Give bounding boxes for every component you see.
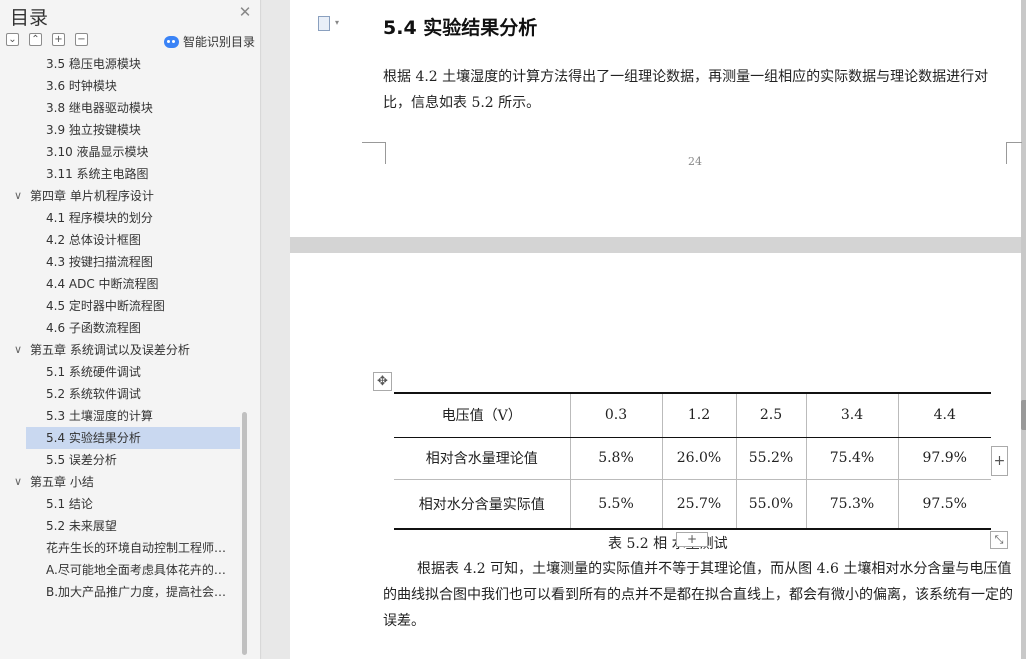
close-icon[interactable]: ✕ (238, 5, 252, 20)
table-row: 电压值（V） 0.3 1.2 2.5 3.4 4.4 (394, 392, 991, 438)
outline-item[interactable]: A.尽可能地全面考虑具体花卉的… (0, 559, 240, 581)
outline-item[interactable]: 5.3 土壤湿度的计算 (0, 405, 240, 427)
chevron-down-icon[interactable]: ∨ (14, 471, 22, 493)
outline-item[interactable]: 5.2 系统软件调试 (0, 383, 240, 405)
table-row: 相对含水量理论值 5.8% 26.0% 55.2% 75.4% 97.9% (394, 437, 991, 480)
outline-chapter-label: 第五章 系统调试以及误差分析 (30, 343, 190, 357)
smart-toc-label: 智能识别目录 (183, 35, 256, 49)
smart-toc-icon (164, 35, 179, 48)
outline-chapter[interactable]: ∨ 第四章 单片机程序设计 (0, 185, 240, 207)
outline-item[interactable]: 5.2 未来展望 (0, 515, 240, 537)
outline-panel: 目录 ✕ ⌄ ⌃ + − 智能识别目录 3.5 稳压电源模块 3.6 时钟模块 … (0, 0, 261, 659)
outline-item[interactable]: 5.1 系统硬件调试 (0, 361, 240, 383)
outline-chapter-label: 第四章 单片机程序设计 (30, 189, 154, 203)
outline-item[interactable]: 4.1 程序模块的划分 (0, 207, 240, 229)
outline-item[interactable]: 3.10 液晶显示模块 (0, 141, 240, 163)
table-cell[interactable]: 3.4 (806, 392, 899, 438)
outline-chapter[interactable]: ∨ 第五章 小结 (0, 471, 240, 493)
table-cell[interactable]: 5.5% (570, 479, 663, 530)
add-column-button[interactable]: + (676, 532, 708, 547)
table-cell[interactable]: 55.2% (736, 437, 807, 480)
body-paragraph: 根据表 4.2 可知，土壤测量的实际值并不等于其理论值，而从图 4.6 土壤相对… (383, 561, 1013, 629)
outline-item[interactable]: 4.4 ADC 中断流程图 (0, 273, 240, 295)
outline-item[interactable]: 3.5 稳压电源模块 (0, 55, 240, 75)
outline-chapter-label: 第五章 小结 (30, 475, 94, 489)
table-cell[interactable]: 1.2 (662, 392, 737, 438)
page-number: 24 (688, 155, 702, 168)
outline-item[interactable]: 4.2 总体设计框图 (0, 229, 240, 251)
margin-mark (1006, 142, 1022, 164)
outline-item[interactable]: 4.6 子函数流程图 (0, 317, 240, 339)
table-cell[interactable]: 97.9% (898, 437, 991, 480)
outline-chapter[interactable]: ∨ 第五章 系统调试以及误差分析 (0, 339, 240, 361)
vertical-scrollbar[interactable] (1021, 0, 1026, 659)
outline-item[interactable]: 3.9 独立按键模块 (0, 119, 240, 141)
table-cell[interactable]: 2.5 (736, 392, 807, 438)
outline-item[interactable]: B.加大产品推广力度，提高社会… (0, 581, 240, 603)
margin-mark (362, 142, 386, 143)
add-row-button[interactable]: + (991, 446, 1008, 476)
outline-item[interactable]: 5.5 误差分析 (0, 449, 240, 471)
outline-item-selected[interactable]: 5.4 实验结果分析 (26, 427, 240, 449)
collapse-all-icon[interactable]: ⌃ (29, 33, 42, 46)
outline-toolbar: ⌄ ⌃ + − (6, 33, 88, 48)
outline-title: 目录 (10, 7, 49, 29)
chevron-down-icon[interactable]: ∨ (14, 185, 22, 207)
smart-toc-button[interactable]: 智能识别目录 (164, 33, 255, 50)
table-cell[interactable]: 25.7% (662, 479, 737, 530)
outline-item[interactable]: 3.6 时钟模块 (0, 75, 240, 97)
table-cell[interactable]: 26.0% (662, 437, 737, 480)
resize-icon[interactable]: ⤡ (990, 531, 1008, 549)
table-cell[interactable]: 5.8% (570, 437, 663, 480)
table-cell[interactable]: 4.4 (898, 392, 991, 438)
body-paragraph: 根据 4.2 土壤湿度的计算方法得出了一组理论数据，再测量一组相应的实际数据与理… (383, 69, 989, 111)
table-cell[interactable]: 97.5% (898, 479, 991, 530)
add-heading-icon[interactable]: + (52, 33, 65, 46)
table-cell[interactable]: 55.0% (736, 479, 807, 530)
outline-scrollbar[interactable] (242, 412, 247, 655)
outline-item[interactable]: 5.1 结论 (0, 493, 240, 515)
outline-list: 3.5 稳压电源模块 3.6 时钟模块 3.8 继电器驱动模块 3.9 独立按键… (0, 55, 240, 659)
chevron-down-icon[interactable]: ∨ (14, 339, 22, 361)
table-cell[interactable]: 相对含水量理论值 (394, 437, 571, 480)
table-move-icon[interactable]: ✥ (373, 372, 392, 391)
remove-heading-icon[interactable]: − (75, 33, 88, 46)
outline-item[interactable]: 3.8 继电器驱动模块 (0, 97, 240, 119)
table-cell[interactable]: 相对水分含量实际值 (394, 479, 571, 530)
margin-mark (1006, 142, 1022, 143)
chevron-down-icon: ▾ (335, 18, 340, 27)
page-menu-button[interactable]: ▾ (318, 16, 346, 32)
page-gap (290, 237, 1026, 253)
table-cell[interactable]: 电压值（V） (394, 392, 571, 438)
document-icon (318, 16, 330, 31)
table-cell[interactable]: 75.3% (806, 479, 899, 530)
side-panel-tab[interactable] (1021, 400, 1026, 430)
table-row: 相对水分含量实际值 5.5% 25.7% 55.0% 75.3% 97.5% (394, 479, 991, 530)
table-cell[interactable]: 0.3 (570, 392, 663, 438)
margin-mark (362, 142, 386, 164)
section-heading: 5.4 实验结果分析 (383, 17, 538, 39)
outline-item[interactable]: 4.3 按键扫描流程图 (0, 251, 240, 273)
table-caption: 表 5.2 相 水量测试 (608, 536, 728, 552)
table-cell[interactable]: 75.4% (806, 437, 899, 480)
outline-item[interactable]: 4.5 定时器中断流程图 (0, 295, 240, 317)
outline-item[interactable]: 花卉生长的环境自动控制工程师… (0, 537, 240, 559)
expand-all-icon[interactable]: ⌄ (6, 33, 19, 46)
data-table: 电压值（V） 0.3 1.2 2.5 3.4 4.4 相对含水量理论值 5.8%… (394, 392, 991, 530)
outline-item[interactable]: 3.11 系统主电路图 (0, 163, 240, 185)
